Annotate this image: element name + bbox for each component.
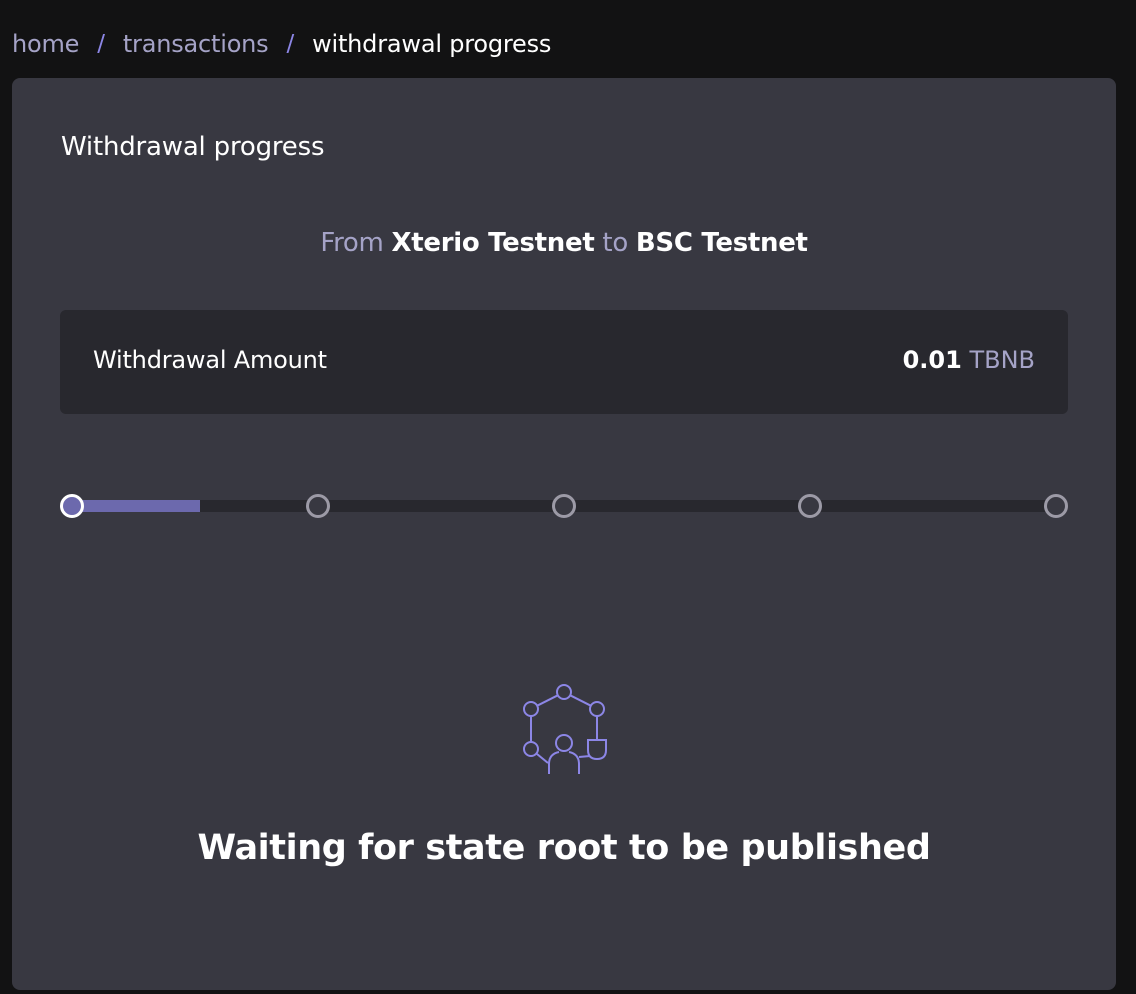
breadcrumb: home / transactions / withdrawal progres…	[12, 28, 551, 60]
amount-unit: TBNB	[969, 346, 1035, 374]
route-summary: From Xterio Testnet to BSC Testnet	[12, 228, 1116, 258]
status-message: Waiting for state root to be published	[197, 828, 931, 868]
breadcrumb-current: withdrawal progress	[312, 30, 552, 58]
progress-step-4	[798, 494, 822, 518]
route-to-network: BSC Testnet	[635, 228, 808, 258]
network-people-icon	[523, 684, 607, 774]
progress-step-2	[306, 494, 330, 518]
progress-stepper	[60, 492, 1068, 520]
breadcrumb-separator: /	[286, 31, 295, 57]
breadcrumb-separator: /	[97, 31, 105, 57]
withdrawal-amount-value: 0.01 TBNB	[903, 346, 1035, 374]
route-from-label: From	[320, 228, 384, 258]
breadcrumb-home-link[interactable]: home	[12, 30, 79, 58]
amount-number: 0.01	[902, 346, 962, 374]
progress-step-3	[552, 494, 576, 518]
withdrawal-progress-card: Withdrawal progress From Xterio Testnet …	[12, 78, 1116, 990]
progress-step-1	[60, 494, 84, 518]
withdrawal-amount-panel: Withdrawal Amount 0.01 TBNB	[60, 310, 1068, 414]
withdrawal-amount-label: Withdrawal Amount	[93, 346, 327, 374]
route-to-label: to	[602, 228, 628, 258]
progress-step-5	[1044, 494, 1068, 518]
breadcrumb-transactions-link[interactable]: transactions	[123, 30, 269, 58]
route-from-network: Xterio Testnet	[391, 228, 595, 258]
card-title: Withdrawal progress	[61, 132, 325, 162]
progress-fill	[72, 500, 200, 512]
